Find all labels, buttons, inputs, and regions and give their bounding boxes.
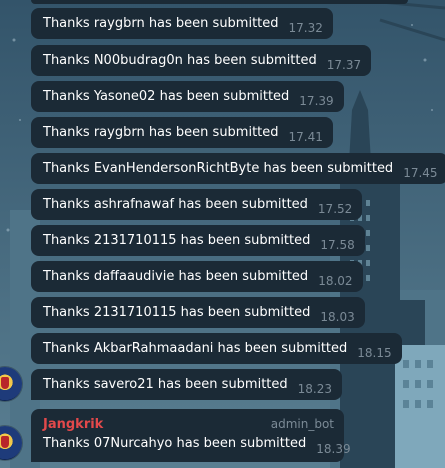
- message-time: 18.39: [316, 442, 351, 456]
- message-text: Thanks 2131710115 has been submitted: [43, 233, 311, 248]
- message-time: 17.58: [320, 238, 355, 252]
- message-time: 17.32: [288, 21, 323, 35]
- message-text: Thanks raygbrn has been submitted: [43, 125, 279, 140]
- previous-message-bubble-edge: [31, 0, 408, 4]
- message-text: Thanks EvanHendersonRichtByte has been s…: [43, 161, 394, 176]
- message-time: 17.52: [317, 202, 353, 216]
- sender-role-badge: admin_bot: [270, 417, 334, 431]
- message-text: Thanks AkbarRahmaadani has been submitte…: [43, 341, 348, 356]
- chat-window: Thanks raygbrn has been submitted 17.32 T…: [0, 0, 445, 468]
- message-time: 17.37: [326, 58, 362, 72]
- sender-avatar[interactable]: [0, 367, 22, 401]
- message-bubble[interactable]: Thanks raygbrn has been submitted 17.41: [31, 117, 333, 148]
- message-time: 18.03: [320, 310, 355, 324]
- message-bubble[interactable]: Thanks Yasone02 has been submitted 17.39: [31, 81, 344, 112]
- message-time: 18.15: [357, 346, 392, 360]
- message-time: 17.39: [299, 94, 334, 108]
- message-bubble[interactable]: Thanks EvanHendersonRichtByte has been s…: [31, 153, 445, 184]
- message-bubble[interactable]: Thanks raygbrn has been submitted 17.32: [31, 8, 333, 39]
- message-bubble[interactable]: Thanks ashrafnawaf has been submitted 17.…: [31, 189, 363, 220]
- message-time: 17.45: [403, 166, 438, 180]
- message-text: Thanks Yasone02 has been submitted: [43, 89, 290, 104]
- message-text: Thanks ashrafnawaf has been submitted: [43, 197, 308, 212]
- message-bubble[interactable]: Thanks savero21 has been submitted 18.23: [31, 369, 343, 400]
- message-bubble[interactable]: Thanks 2131710115 has been submitted 17.5…: [31, 225, 365, 256]
- message-text: Thanks raygbrn has been submitted: [43, 16, 279, 31]
- message-time: 17.41: [288, 130, 323, 144]
- message-time: 18.23: [297, 382, 333, 396]
- message-bubble-with-sender[interactable]: Jangkrik admin_bot Thanks 07Nurcahyo has…: [31, 409, 351, 462]
- message-bubble[interactable]: Thanks daffaaudivie has been submitted 18…: [31, 261, 363, 292]
- message-time: 18.02: [318, 274, 353, 288]
- message-text: Thanks savero21 has been submitted: [43, 377, 288, 392]
- message-bubble[interactable]: Thanks AkbarRahmaadani has been submitte…: [31, 333, 402, 364]
- message-text: Thanks 07Nurcahyo has been submitted: [43, 436, 307, 451]
- message-text: Thanks N00budrag0n has been submitted: [43, 53, 317, 68]
- sender-row: Jangkrik admin_bot: [43, 417, 334, 435]
- sender-avatar[interactable]: [0, 426, 22, 460]
- message-text: Thanks 2131710115 has been submitted: [43, 305, 311, 320]
- sender-name[interactable]: Jangkrik: [43, 417, 103, 435]
- message-bubble[interactable]: Thanks 2131710115 has been submitted 18.0…: [31, 297, 365, 328]
- message-text: Thanks daffaaudivie has been submitted: [43, 269, 309, 284]
- message-line: Thanks 07Nurcahyo has been submitted 18.3…: [43, 436, 351, 456]
- message-bubble[interactable]: Thanks N00budrag0n has been submitted 17.…: [31, 45, 372, 76]
